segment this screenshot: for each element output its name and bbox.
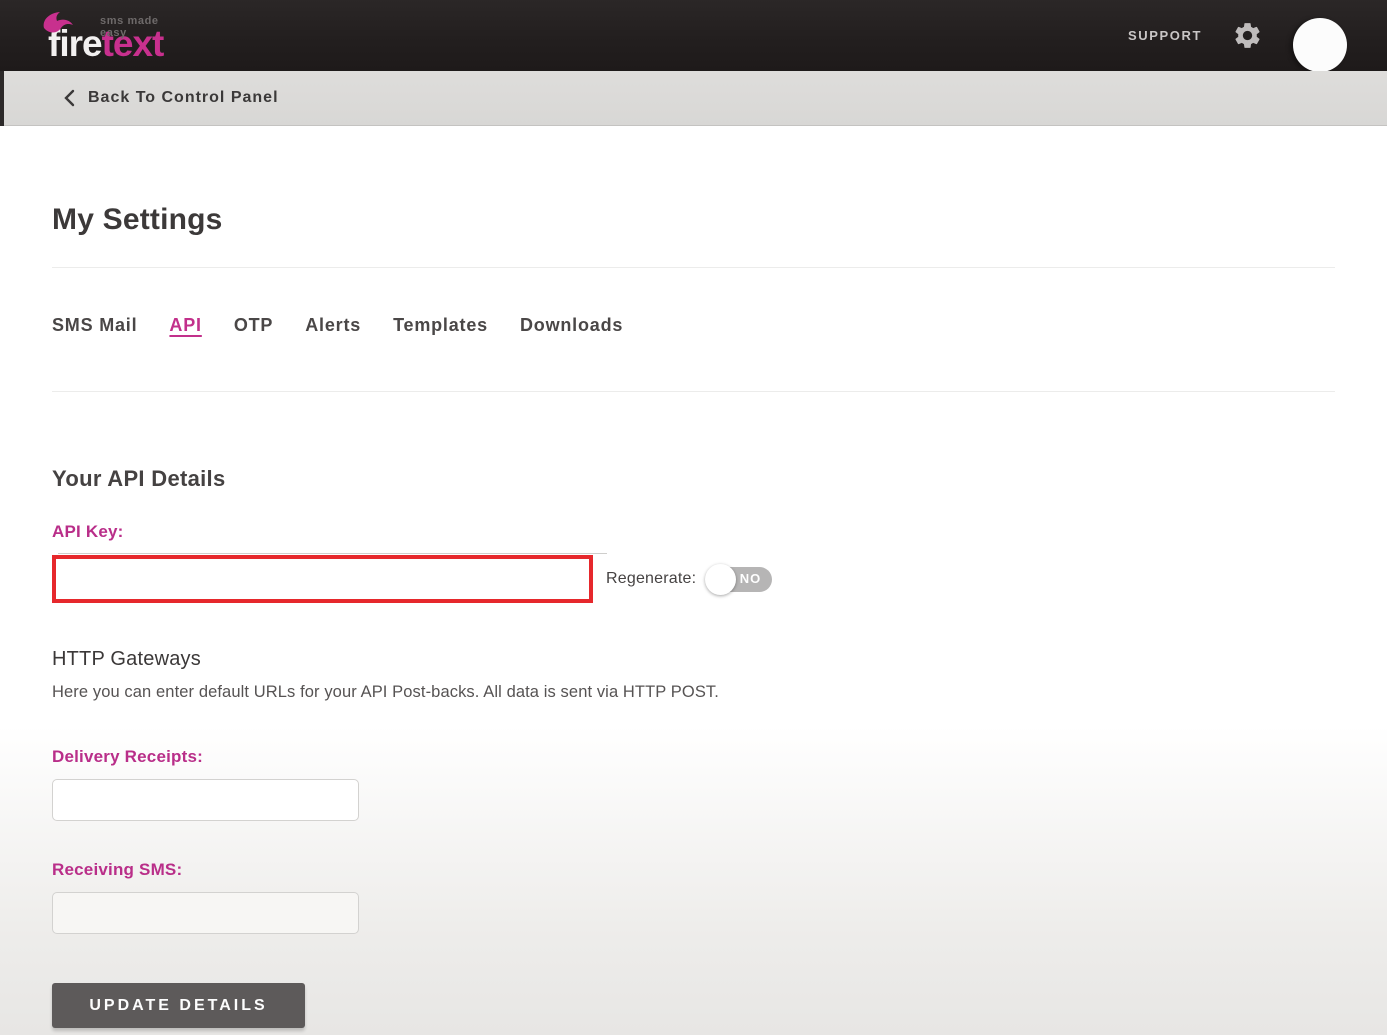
toggle-knob[interactable] [705,564,736,595]
left-edge-artifact [0,71,4,126]
main-content: My Settings SMS Mail API OTP Alerts Temp… [0,126,1387,1035]
update-details-button[interactable]: UPDATE DETAILS [52,983,305,1028]
settings-tabs: SMS Mail API OTP Alerts Templates Downlo… [52,315,1335,336]
firetext-logo[interactable]: sms made easy firetext [48,9,163,62]
delivery-receipts-input[interactable] [52,779,359,821]
http-gateways-heading: HTTP Gateways [52,648,1335,671]
api-key-label: API Key: [52,522,1335,542]
toggle-state-label: NO [740,571,762,586]
delivery-receipts-label: Delivery Receipts: [52,747,1335,767]
regenerate-label: Regenerate: [606,570,696,588]
tab-alerts[interactable]: Alerts [305,315,361,336]
regenerate-control: Regenerate: NO [606,567,772,592]
tab-templates[interactable]: Templates [393,315,488,336]
input-border-artifact [58,553,607,554]
api-key-row: Regenerate: NO [52,555,1335,603]
api-details-heading: Your API Details [52,466,1335,492]
tab-otp[interactable]: OTP [234,315,273,336]
http-gateways-description: Here you can enter default URLs for your… [52,683,1335,702]
api-key-highlight-box [52,555,593,603]
sub-header-bar: Back To Control Panel [0,71,1387,126]
tab-sms-mail[interactable]: SMS Mail [52,315,137,336]
divider-top [52,267,1335,268]
settings-gear-button[interactable] [1232,20,1263,51]
top-header: sms made easy firetext SUPPORT [0,0,1387,71]
firetext-bird-icon [42,11,76,42]
logo-tagline: sms made easy [100,15,163,39]
chevron-left-icon [63,89,75,107]
receiving-sms-label: Receiving SMS: [52,860,1335,880]
back-link-label: Back To Control Panel [88,89,279,107]
tab-downloads[interactable]: Downloads [520,315,623,336]
user-avatar[interactable] [1293,18,1347,72]
regenerate-toggle[interactable]: NO [707,567,772,592]
divider-below-tabs [52,391,1335,392]
tab-api[interactable]: API [169,315,201,336]
receiving-sms-input[interactable] [52,892,359,934]
api-key-input[interactable] [56,559,589,599]
gear-icon [1232,20,1263,51]
back-to-control-panel-link[interactable]: Back To Control Panel [63,89,279,107]
support-link[interactable]: SUPPORT [1128,28,1202,43]
page-title: My Settings [52,126,1335,237]
